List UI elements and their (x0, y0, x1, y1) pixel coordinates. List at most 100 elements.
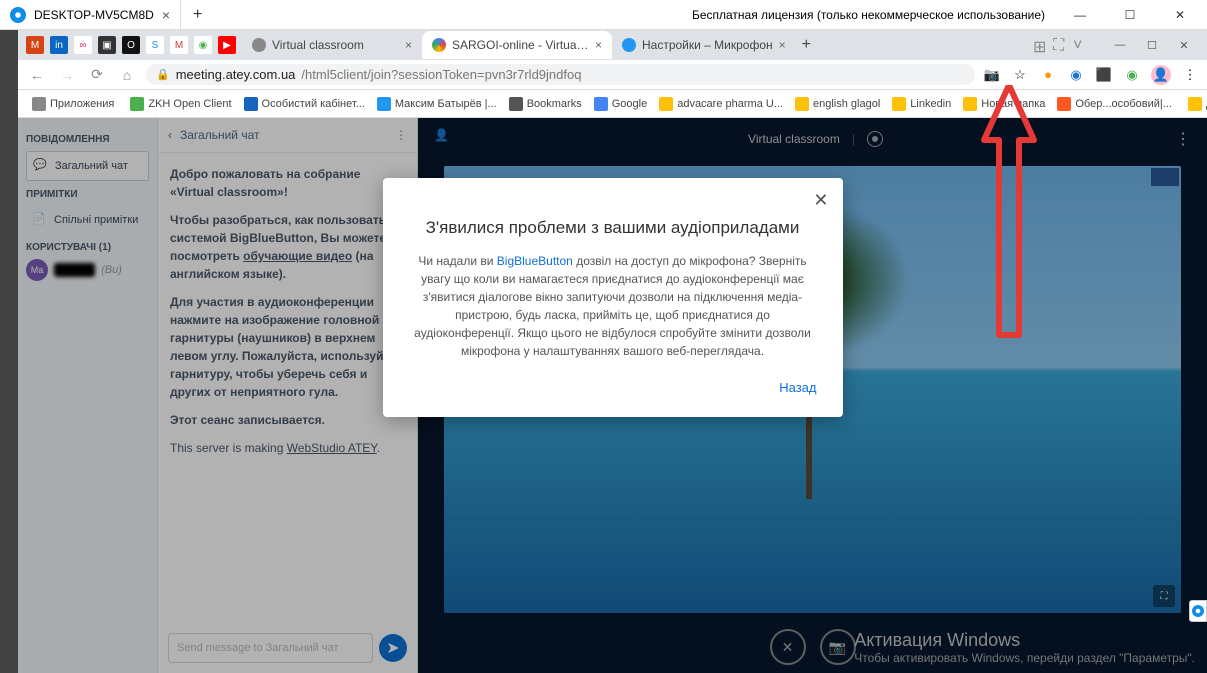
chrome-minimize-icon[interactable]: — (1105, 35, 1135, 55)
bookmark-icon (509, 97, 523, 111)
bookmark-icon (130, 97, 144, 111)
bookmark-icon (963, 97, 977, 111)
nav-reload-icon[interactable]: ⟳ (86, 66, 108, 83)
teamviewer-logo-icon (1192, 605, 1204, 617)
activation-title: Активация Windows (854, 630, 1195, 651)
pinned-tab-icon[interactable]: S (146, 36, 164, 54)
bookmark-label: english glagol (813, 98, 880, 110)
chrome-close-icon[interactable]: ✕ (1169, 35, 1199, 55)
bookmark-label: Bookmarks (527, 98, 582, 110)
teamviewer-side-button[interactable] (1189, 600, 1207, 622)
apps-icon (32, 97, 46, 111)
chrome-tab[interactable]: Настройки – Микрофон × (612, 31, 796, 59)
pinned-tab-icon[interactable]: M (170, 36, 188, 54)
bookmark-item[interactable]: Максим Батырёв |... (371, 95, 503, 113)
tab-favicon-icon (622, 38, 636, 52)
teamviewer-sidebar (0, 30, 18, 673)
windows-activation-watermark: Активация Windows Чтобы активировать Win… (854, 630, 1195, 665)
bookmark-item[interactable]: Linkedin (886, 95, 957, 113)
bookmark-item[interactable]: Особистий кабінет... (238, 95, 371, 113)
pinned-tab-icon[interactable]: ▶ (218, 36, 236, 54)
teamviewer-license-bar: Бесплатная лицензия (только некоммерческ… (692, 8, 1207, 22)
pinned-tab-icon[interactable]: in (50, 36, 68, 54)
tab-title: SARGOI-online - Virtual classroo (452, 38, 589, 52)
url-path: /html5client/join?sessionToken=pvn3r7rld… (301, 67, 581, 82)
bookmark-label: Linkedin (910, 98, 951, 110)
url-input[interactable]: 🔒 meeting.atey.com.ua/html5client/join?s… (146, 64, 975, 85)
chrome-maximize-icon[interactable]: ☐ (1137, 35, 1167, 55)
lock-icon[interactable]: 🔒 (156, 68, 170, 81)
bookmark-item[interactable]: ZKH Open Client (124, 95, 237, 113)
bookmark-item[interactable]: advacare pharma U... (653, 95, 789, 113)
profile-avatar-icon[interactable]: 👤 (1151, 65, 1171, 85)
chrome-new-tab-icon[interactable]: + (796, 36, 817, 54)
pinned-tab-icon[interactable]: ∞ (74, 36, 92, 54)
other-bookmarks[interactable]: Другие закладки (1182, 95, 1207, 113)
bookmark-label: Особистий кабінет... (262, 98, 365, 110)
chrome-tab-active[interactable]: SARGOI-online - Virtual classroo × (422, 31, 612, 59)
bookmark-icon (795, 97, 809, 111)
nav-home-icon[interactable]: ⌂ (116, 67, 138, 83)
toolbar-icon[interactable]: ⛶ (1053, 37, 1069, 53)
tab-favicon-icon (252, 38, 266, 52)
bookmark-label: Новая папка (981, 98, 1045, 110)
bookmark-item[interactable]: english glagol (789, 95, 886, 113)
teamviewer-tab[interactable]: DESKTOP-MV5CM8D × (0, 0, 181, 29)
toolbar-icon[interactable]: ˅ (1073, 37, 1089, 53)
bookmark-icon (244, 97, 258, 111)
bookmark-item[interactable]: Bookmarks (503, 95, 588, 113)
bookmark-item[interactable]: Новая папка (957, 95, 1051, 113)
window-close-icon[interactable]: ✕ (1165, 8, 1195, 22)
tab-close-icon[interactable]: × (405, 38, 412, 52)
bookmark-label: Максим Батырёв |... (395, 98, 497, 110)
chrome-address-bar: ← → ⟳ ⌂ 🔒 meeting.atey.com.ua/html5clien… (18, 60, 1207, 90)
tab-favicon-icon (432, 38, 446, 52)
audio-error-modal: ✕ З'явилися проблеми з вашими аудіоприла… (383, 178, 843, 417)
chrome-tab-strip: M in ∞ ▣ O S M ◉ ▶ Virtual classroom × S… (18, 30, 1207, 60)
folder-icon (1188, 97, 1202, 111)
teamviewer-logo-icon (10, 7, 26, 23)
bookmark-label: advacare pharma U... (677, 98, 783, 110)
pinned-tab-icon[interactable]: M (26, 36, 44, 54)
extension-icon[interactable]: ◉ (1067, 66, 1085, 84)
teamviewer-license-text: Бесплатная лицензия (только некоммерческ… (692, 8, 1045, 22)
teamviewer-titlebar: DESKTOP-MV5CM8D × + Бесплатная лицензия … (0, 0, 1207, 30)
chrome-menu-icon[interactable]: ⋮ (1181, 66, 1199, 84)
window-maximize-icon[interactable]: ☐ (1115, 8, 1145, 22)
apps-label: Приложения (50, 98, 114, 110)
tab-close-icon[interactable]: × (595, 38, 602, 52)
extension-icon[interactable]: ⬛ (1095, 66, 1113, 84)
bookmark-icon (659, 97, 673, 111)
modal-overlay: ✕ З'явилися проблеми з вашими аудіоприла… (18, 118, 1207, 673)
bookmark-item[interactable]: Google (588, 95, 653, 113)
tab-close-icon[interactable]: × (779, 38, 786, 52)
apps-button[interactable]: Приложения (26, 95, 120, 113)
window-minimize-icon[interactable]: — (1065, 8, 1095, 22)
modal-back-button[interactable]: Назад (409, 380, 817, 395)
bookmark-item[interactable]: Обер...особовий|... (1051, 95, 1178, 113)
bookmark-icon (377, 97, 391, 111)
chrome-tab[interactable]: Virtual classroom × (242, 31, 422, 59)
tab-title: Настройки – Микрофон (642, 38, 773, 52)
bookmark-label: Обер...особовий|... (1075, 98, 1172, 110)
extension-icon[interactable]: ● (1039, 66, 1057, 84)
nav-back-icon[interactable]: ← (26, 67, 48, 83)
pinned-tab-icon[interactable]: ▣ (98, 36, 116, 54)
teamviewer-tab-close-icon[interactable]: × (162, 7, 170, 23)
star-icon[interactable]: ☆ (1011, 66, 1029, 84)
camera-blocked-icon[interactable]: 📷 (983, 66, 1001, 84)
pinned-tab-icon[interactable]: O (122, 36, 140, 54)
activation-subtitle: Чтобы активировать Windows, перейди разд… (854, 651, 1195, 665)
modal-link[interactable]: BigBlueButton (497, 254, 573, 268)
bookmark-icon (892, 97, 906, 111)
modal-text: Чи надали ви BigBlueButton дозвіл на дос… (409, 252, 817, 360)
toolbar-icon[interactable]: ⊞ (1033, 37, 1049, 53)
extension-icon[interactable]: ◉ (1123, 66, 1141, 84)
modal-close-icon[interactable]: ✕ (813, 190, 828, 211)
bookmark-label: Google (612, 98, 647, 110)
nav-forward-icon: → (56, 67, 78, 83)
teamviewer-add-tab[interactable]: + (181, 6, 214, 24)
pinned-tab-icon[interactable]: ◉ (194, 36, 212, 54)
tab-title: Virtual classroom (272, 38, 399, 52)
bookmark-icon (594, 97, 608, 111)
